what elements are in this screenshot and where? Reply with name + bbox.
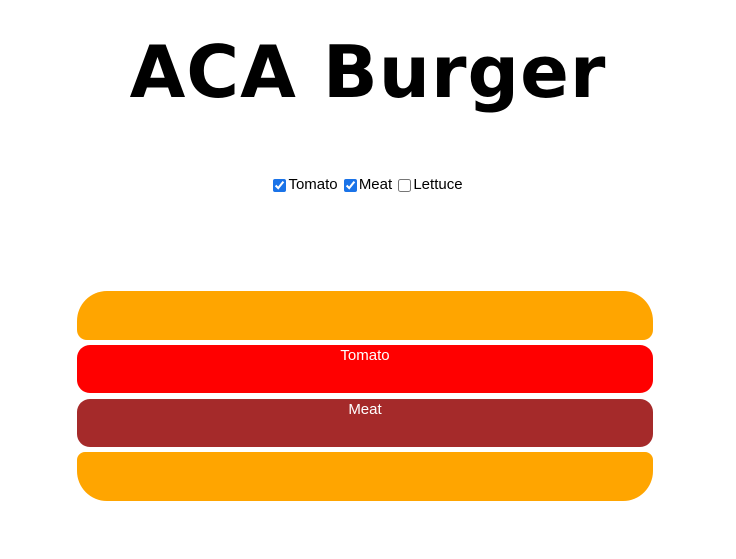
tomato-checkbox[interactable]: [273, 178, 287, 192]
topping-options: Tomato Meat Lettuce: [0, 175, 736, 198]
meat-checkbox-label: Meat: [358, 176, 393, 193]
lettuce-checkbox-label: Lettuce: [413, 176, 463, 193]
meat-checkbox[interactable]: [343, 178, 357, 192]
top-bun: [77, 291, 653, 340]
tomato-checkbox-label: Tomato: [288, 176, 338, 193]
tomato-layer: Tomato: [77, 345, 653, 393]
bottom-bun: [77, 452, 653, 501]
topping-option-tomato[interactable]: Tomato: [273, 175, 338, 195]
topping-option-meat[interactable]: Meat: [343, 175, 393, 195]
meat-layer: Meat: [77, 399, 653, 447]
page-title: ACA Burger: [129, 30, 607, 114]
topping-option-lettuce[interactable]: Lettuce: [398, 175, 463, 195]
lettuce-checkbox[interactable]: [398, 178, 412, 192]
